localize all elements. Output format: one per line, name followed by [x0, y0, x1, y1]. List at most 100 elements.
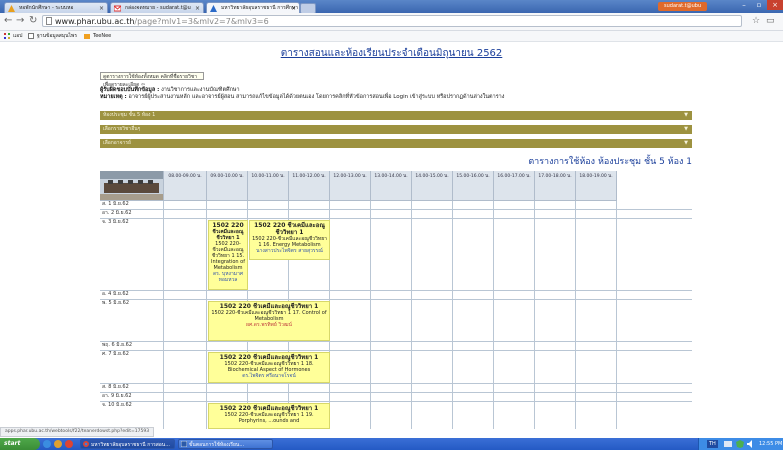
time-header: 09.00-10.00 น.: [207, 171, 248, 201]
room-select-bar[interactable]: ห้องประชุม ชั้น 5 ห้อง 1 ▼: [100, 111, 692, 120]
grid-row: [164, 384, 692, 393]
responsible-label: ผู้รับผิดชอบบันทึกข้อมูล :: [100, 87, 160, 93]
booking-cell[interactable]: 1502 220 ชีวเคมีและอณูชีววิทยา 1 1502 22…: [208, 301, 330, 341]
grid-row: [164, 291, 692, 300]
url-host: www.phar.ubu.ac.th: [55, 17, 135, 26]
system-clock: 12:55 PM: [759, 441, 783, 447]
booking-code: 1502 220 ชีวเคมีและอณูชีววิทยา 1: [254, 222, 325, 236]
date-row-label: จ. 10 มิ.ย.62: [100, 402, 164, 429]
forward-arrow-icon[interactable]: →: [16, 15, 24, 27]
user-profile-badge[interactable]: sudarat.t@ubu: [658, 2, 708, 11]
booking-code: 1502 220 ชีวเคมีและอณูชีววิทยา 1: [219, 405, 319, 412]
booking-code: 1502 220 ชีวเคมีและอณูชีววิทยา 1: [219, 354, 319, 361]
page-icon: [28, 33, 34, 39]
media-player-icon[interactable]: [54, 440, 62, 448]
time-header: 08.00-09.00 น.: [164, 171, 207, 201]
reload-icon[interactable]: ↻: [29, 15, 37, 27]
tab-label: มหาวิทยาลัยอุบลราชธานี การศึกษา: [221, 5, 299, 11]
taskbar-item-label: ขั้นตอนการใช้ห้องเรียน...: [189, 442, 245, 448]
ie-icon[interactable]: [43, 440, 51, 448]
booking-subject: ชีวเคมีและอณูชีววิทยา 1: [212, 229, 244, 241]
room-schedule-title: ตารางการใช้ห้อง ห้องประชุม ชั้น 5 ห้อง 1: [528, 157, 692, 167]
bookmark-teenee[interactable]: TeeNee: [84, 31, 111, 41]
view-all-rooms-link[interactable]: ดูตารางการใช้ห้องทั้งหมด คลิกที่ชื่อรายว…: [100, 72, 204, 88]
close-tab-icon[interactable]: ×: [99, 3, 104, 13]
remark-value: อาจารย์ผู้ประสานงานหลัก และอาจารย์ผู้สอน…: [126, 94, 505, 100]
volume-icon[interactable]: [747, 440, 755, 448]
taskbar-item-chrome[interactable]: มหาวิทยาลัยอุบลราชธานี การสอน...: [80, 439, 175, 449]
booking-instructor[interactable]: ดร. บุหงามาศ หอมหวล: [210, 271, 246, 283]
page-title[interactable]: ตารางสอนและห้องเรียนประจำเดือนมิถุนายน 2…: [0, 46, 783, 61]
schedule-grid: 08.00-09.00 น. 09.00-10.00 น. 10.00-11.0…: [100, 171, 692, 429]
browser-tab-2[interactable]: มหาวิทยาลัยอุบลราชธานี การศึกษา ×: [206, 2, 300, 13]
date-row-label: ศ. 7 มิ.ย.62: [100, 351, 164, 384]
course-select-bar[interactable]: เลือกรายวิชาอื่นๆ ▼: [100, 125, 692, 134]
booking-cell[interactable]: 1502 220 ชีวเคมีและอณูชีววิทยา 1 1502 22…: [249, 220, 330, 260]
booking-detail: 1502 220-ชีวเคมีและอณูชีววิทยา 1 18. Bio…: [224, 361, 314, 373]
address-bar[interactable]: www.phar.ubu.ac.th/page?mlv1=3&mlv2=7&ml…: [42, 15, 742, 27]
booking-instructor[interactable]: ผศ.ดร.พรทิพย์ วิวฒน์: [210, 322, 328, 328]
bookmark-apps[interactable]: แอป: [4, 31, 22, 41]
grid-row: [164, 201, 692, 210]
close-tab-icon[interactable]: ×: [195, 3, 200, 13]
bookmark-label: แอป: [13, 33, 23, 39]
bookmark-herb-db[interactable]: ฐานข้อมูลสมุนไพร: [28, 31, 77, 41]
language-indicator[interactable]: TH: [707, 440, 718, 448]
word-icon: [180, 440, 188, 448]
browser-tab-1[interactable]: กล่องจดหมาย - sudarat.t@u ×: [110, 2, 204, 13]
network-icon[interactable]: [724, 440, 732, 448]
room-photo: [100, 171, 164, 201]
gmail-icon: [113, 5, 122, 12]
time-header: 13.00-14.00 น.: [371, 171, 412, 201]
booking-detail: 1502 220-ชีวเคมีและอณูชีววิทยา 1 15. Int…: [211, 241, 245, 271]
booking-instructor[interactable]: นางสาวประไพจิตร สายสุวรรณ์: [251, 248, 328, 254]
tab-label: กล่องจดหมาย - sudarat.t@u: [125, 5, 191, 11]
bar-label: ห้องประชุม ชั้น 5 ห้อง 1: [103, 112, 156, 118]
booking-cell[interactable]: 1502 220 ชีวเคมีและอณูชีววิทยา 1 1502 22…: [208, 352, 330, 383]
instructor-select-bar[interactable]: เลือกอาจารย์ ▼: [100, 139, 692, 148]
time-header: 11.00-12.00 น.: [289, 171, 330, 201]
site-favicon-icon: [8, 5, 15, 12]
date-row-label: ส. 1 มิ.ย.62: [100, 201, 164, 210]
time-header: 17.00-18.00 น.: [535, 171, 576, 201]
minimize-icon[interactable]: –: [737, 0, 751, 10]
browser-toolbar: ← → ↻ www.phar.ubu.ac.th/page?mlv1=3&mlv…: [0, 13, 783, 31]
browser-tab-0[interactable]: หอพักนักศึกษา - ระบบหอ ×: [4, 2, 108, 13]
grid-row: [164, 393, 692, 402]
booking-instructor[interactable]: ดร.ไพจิตร ศรีอนาจโรจน์: [210, 373, 328, 379]
folder-icon: [84, 33, 90, 39]
extension-icon[interactable]: ▭: [766, 15, 775, 27]
bookmark-label: TeeNee: [93, 33, 112, 39]
bookmarks-bar: แอป ฐานข้อมูลสมุนไพร TeeNee: [0, 31, 783, 42]
time-header: 14.00-15.00 น.: [412, 171, 453, 201]
booking-code: 1502 220 ชีวเคมีและอณูชีววิทยา 1: [219, 303, 319, 310]
chevron-down-icon: ▼: [684, 140, 688, 146]
chrome-icon: [83, 441, 89, 447]
responsible-value: งานวิชาการและงานบัณฑิตศึกษา: [159, 87, 240, 93]
start-button[interactable]: start: [0, 438, 40, 450]
security-shield-icon[interactable]: [736, 440, 744, 448]
maximize-icon[interactable]: ▫: [752, 0, 766, 10]
date-row-label: ส. 8 มิ.ย.62: [100, 384, 164, 393]
apps-grid-icon: [4, 33, 10, 39]
booking-cell[interactable]: 1502 220 ชีวเคมีและอณูชีววิทยา 1 1502 22…: [208, 220, 248, 290]
booking-code: 1502 220: [212, 222, 244, 229]
chevron-down-icon: ▼: [684, 112, 688, 118]
taskbar-item-word[interactable]: ขั้นตอนการใช้ห้องเรียน...: [178, 439, 273, 449]
booking-cell[interactable]: 1502 220 ชีวเคมีและอณูชีววิทยา 1 1502 22…: [208, 403, 330, 429]
windows-taskbar: start มหาวิทยาลัยอุบลราชธานี การสอน... ข…: [0, 438, 783, 450]
time-header: 10.00-11.00 น.: [248, 171, 289, 201]
time-header: 12.00-13.00 น.: [330, 171, 371, 201]
notes-block: ผู้รับผิดชอบบันทึกข้อมูล : งานวิชาการและ…: [100, 87, 700, 101]
page-info-icon: [46, 17, 52, 25]
back-arrow-icon[interactable]: ←: [4, 15, 12, 27]
bookmark-star-icon[interactable]: ☆: [752, 15, 760, 27]
close-window-icon[interactable]: ×: [767, 0, 783, 10]
close-tab-icon[interactable]: ×: [291, 3, 296, 13]
chrome-icon[interactable]: [65, 440, 73, 448]
date-row-label: อา. 9 มิ.ย.62: [100, 393, 164, 402]
tab-label: หอพักนักศึกษา - ระบบหอ: [19, 5, 74, 11]
booking-detail: 1502 220-ชีวเคมีและอณูชีววิทยา 1 17. Con…: [211, 310, 327, 322]
grid-row: [164, 210, 692, 219]
browser-tab-strip: หอพักนักศึกษา - ระบบหอ × กล่องจดหมาย - s…: [0, 0, 783, 14]
